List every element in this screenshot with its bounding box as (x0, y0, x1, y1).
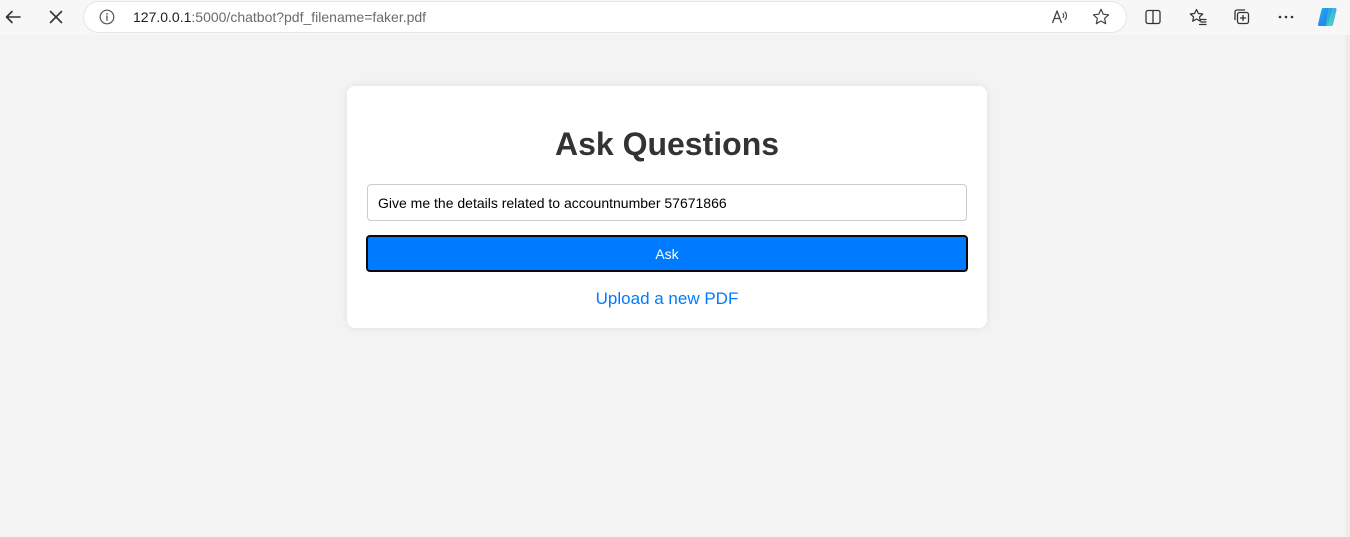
address-bar[interactable]: 127.0.0.1:5000/chatbot?pdf_filename=fake… (84, 2, 1126, 32)
stop-loading-icon[interactable] (41, 2, 71, 32)
site-info-icon[interactable] (98, 8, 116, 26)
read-aloud-icon[interactable] (1050, 7, 1070, 27)
url-path: :5000/chatbot?pdf_filename=faker.pdf (191, 9, 427, 25)
upload-new-pdf-link[interactable]: Upload a new PDF (347, 289, 987, 309)
add-favorite-star-icon[interactable] (1091, 7, 1111, 27)
url-host: 127.0.0.1 (133, 9, 192, 25)
question-input[interactable] (367, 184, 967, 221)
scrollbar-track[interactable] (1346, 35, 1350, 537)
split-screen-icon[interactable] (1138, 2, 1168, 32)
url-text[interactable]: 127.0.0.1:5000/chatbot?pdf_filename=fake… (133, 9, 426, 26)
more-options-icon[interactable] (1271, 2, 1301, 32)
copilot-icon[interactable] (1313, 2, 1343, 32)
favorites-icon[interactable] (1183, 2, 1213, 32)
back-arrow-icon[interactable] (0, 2, 28, 32)
collections-icon[interactable] (1227, 2, 1257, 32)
browser-toolbar: 127.0.0.1:5000/chatbot?pdf_filename=fake… (0, 0, 1350, 35)
page-title: Ask Questions (554, 126, 780, 162)
ask-button[interactable]: Ask (366, 235, 968, 272)
